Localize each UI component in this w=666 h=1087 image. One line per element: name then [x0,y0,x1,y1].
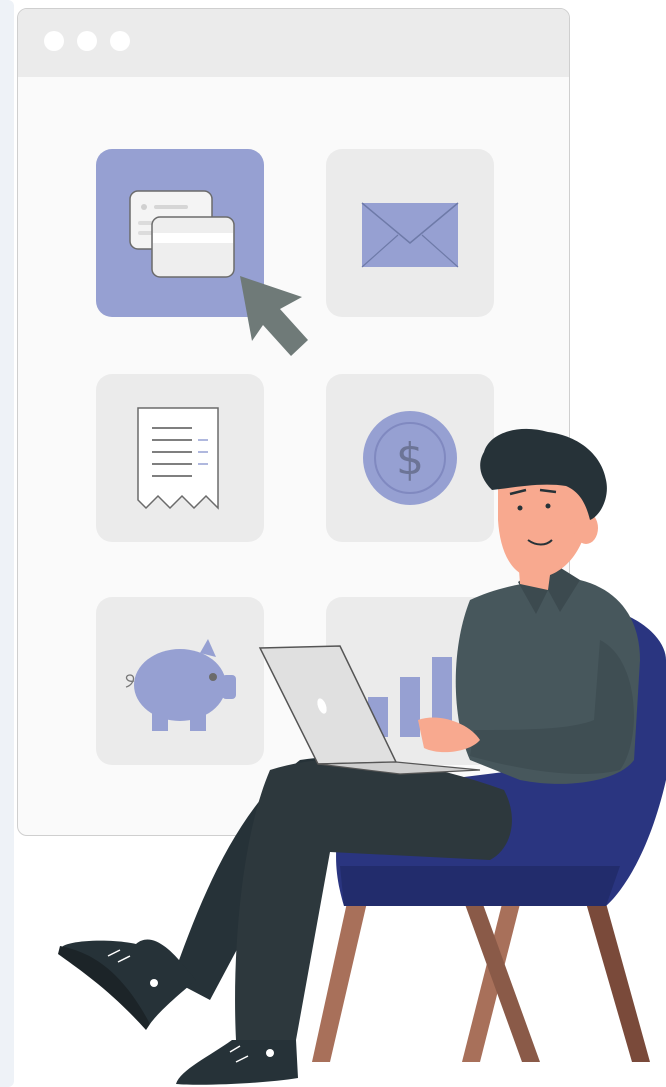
left-panel [0,0,14,1087]
window-dot[interactable] [77,31,97,51]
window-dot[interactable] [44,31,64,51]
tile-cards[interactable] [96,149,264,317]
dollar-coin-icon: $ [363,411,457,505]
receipt-icon [137,407,219,510]
chair-legs [312,896,650,1062]
payment-cards-icon [129,190,235,278]
tile-coin[interactable]: $ [326,374,494,542]
tile-savings[interactable] [96,597,264,765]
piggy-bank-icon [125,639,236,731]
tile-receipt[interactable] [96,374,264,542]
window-dot[interactable] [110,31,130,51]
envelope-icon [361,202,459,268]
window-titlebar [18,9,569,77]
tile-mail[interactable] [326,149,494,317]
svg-text:$: $ [396,434,424,485]
